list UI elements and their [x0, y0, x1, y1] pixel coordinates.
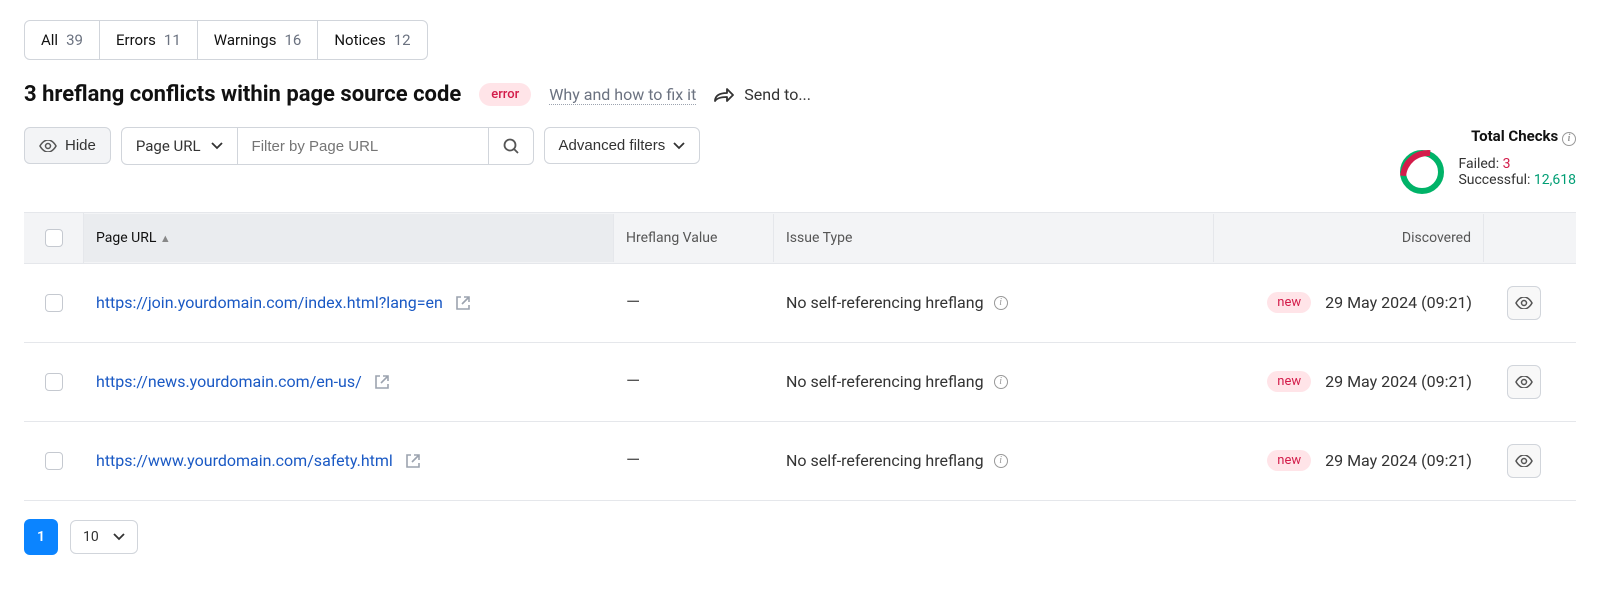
tabs: All 39 Errors 11 Warnings 16 Notices 12: [24, 20, 428, 60]
hide-button[interactable]: Hide: [24, 127, 111, 164]
issue-text: No self-referencing hreflang: [786, 451, 984, 470]
page-url-link[interactable]: https://news.yourdomain.com/en-us/: [96, 372, 362, 391]
hreflang-value: —: [614, 349, 774, 414]
table-row: https://join.yourdomain.com/index.html?l…: [24, 264, 1576, 343]
new-badge: new: [1267, 371, 1311, 392]
send-to-label: Send to...: [744, 85, 811, 104]
new-badge: new: [1267, 450, 1311, 471]
hreflang-value: —: [614, 270, 774, 335]
totals-ring-chart: [1400, 150, 1444, 194]
pagination: 1 10: [24, 519, 1576, 555]
page-title: 3 hreflang conflicts within page source …: [24, 82, 461, 107]
external-link-icon[interactable]: [374, 374, 390, 390]
hide-label: Hide: [65, 137, 96, 154]
sort-asc-icon: ▲: [160, 232, 171, 245]
table-header: Page URL ▲ Hreflang Value Issue Type Dis…: [24, 213, 1576, 264]
discovered-date: 29 May 2024 (09:21): [1325, 372, 1472, 391]
external-link-icon[interactable]: [455, 295, 471, 311]
discovered-date: 29 May 2024 (09:21): [1325, 293, 1472, 312]
tab-count: 12: [394, 31, 411, 49]
tab-notices[interactable]: Notices 12: [318, 21, 426, 59]
tab-label: Notices: [334, 31, 385, 49]
success-value: 12,618: [1534, 172, 1576, 188]
external-link-icon[interactable]: [405, 453, 421, 469]
page-url-link[interactable]: https://www.yourdomain.com/safety.html: [96, 451, 393, 470]
row-checkbox[interactable]: [45, 373, 63, 391]
row-checkbox[interactable]: [45, 452, 63, 470]
hreflang-value: —: [614, 428, 774, 493]
issue-text: No self-referencing hreflang: [786, 293, 984, 312]
tab-count: 11: [164, 31, 181, 49]
col-hreflang[interactable]: Hreflang Value: [614, 214, 774, 262]
page-current[interactable]: 1: [24, 519, 58, 555]
eye-icon: [1515, 376, 1533, 388]
eye-icon: [1515, 297, 1533, 309]
error-badge: error: [479, 83, 531, 106]
eye-icon: [39, 140, 57, 152]
info-icon[interactable]: i: [994, 454, 1008, 468]
eye-icon: [1515, 455, 1533, 467]
tab-label: Warnings: [214, 31, 277, 49]
filter-box: Page URL: [121, 127, 534, 165]
send-to-button[interactable]: Send to...: [714, 85, 811, 104]
title-row: 3 hreflang conflicts within page source …: [24, 82, 1576, 107]
page-url-link[interactable]: https://join.yourdomain.com/index.html?l…: [96, 293, 443, 312]
send-icon: [714, 87, 734, 103]
row-checkbox[interactable]: [45, 294, 63, 312]
advanced-filters-label: Advanced filters: [559, 137, 666, 154]
tab-errors[interactable]: Errors 11: [100, 21, 198, 59]
totals-header: Total Checks i: [1400, 127, 1576, 146]
chevron-down-icon: [113, 533, 125, 541]
search-icon: [503, 138, 519, 154]
tab-warnings[interactable]: Warnings 16: [198, 21, 319, 59]
view-button[interactable]: [1507, 365, 1541, 399]
failed-label: Failed:: [1458, 156, 1499, 172]
col-page-url[interactable]: Page URL ▲: [84, 214, 614, 262]
failed-value: 3: [1503, 156, 1511, 172]
tab-count: 39: [66, 31, 83, 49]
view-button[interactable]: [1507, 444, 1541, 478]
filter-input[interactable]: [238, 128, 488, 164]
col-label: Page URL: [96, 230, 156, 246]
header-checkbox-cell: [24, 213, 84, 263]
chevron-down-icon: [211, 142, 223, 150]
info-icon[interactable]: i: [1562, 132, 1576, 146]
discovered-date: 29 May 2024 (09:21): [1325, 451, 1472, 470]
select-all-checkbox[interactable]: [45, 229, 63, 247]
filter-field-select[interactable]: Page URL: [122, 128, 238, 164]
fix-link[interactable]: Why and how to fix it: [549, 85, 696, 105]
tab-count: 16: [284, 31, 301, 49]
col-issue[interactable]: Issue Type: [774, 214, 1214, 262]
issues-table: Page URL ▲ Hreflang Value Issue Type Dis…: [24, 212, 1576, 501]
view-button[interactable]: [1507, 286, 1541, 320]
filters-row: Hide Page URL Advanced filters Total Che…: [24, 127, 1576, 194]
tab-label: All: [41, 31, 58, 49]
tab-all[interactable]: All 39: [25, 21, 100, 59]
filter-field-label: Page URL: [136, 137, 201, 155]
advanced-filters-button[interactable]: Advanced filters: [544, 127, 701, 164]
table-row: https://www.yourdomain.com/safety.html —…: [24, 422, 1576, 501]
totals-values: Failed: 3 Successful: 12,618: [1458, 156, 1576, 188]
table-row: https://news.yourdomain.com/en-us/ — No …: [24, 343, 1576, 422]
chevron-down-icon: [673, 142, 685, 150]
col-discovered[interactable]: Discovered: [1214, 214, 1484, 262]
totals-header-text: Total Checks: [1471, 127, 1558, 145]
info-icon[interactable]: i: [994, 296, 1008, 310]
filter-search-button[interactable]: [488, 128, 533, 164]
tab-label: Errors: [116, 31, 156, 49]
page-size-value: 10: [83, 529, 99, 545]
info-icon[interactable]: i: [994, 375, 1008, 389]
totals-block: Total Checks i Failed: 3 Successful: 12,…: [1400, 127, 1576, 194]
col-actions: [1484, 222, 1564, 254]
page-size-select[interactable]: 10: [70, 520, 138, 554]
success-label: Successful:: [1458, 172, 1530, 188]
new-badge: new: [1267, 292, 1311, 313]
issue-text: No self-referencing hreflang: [786, 372, 984, 391]
